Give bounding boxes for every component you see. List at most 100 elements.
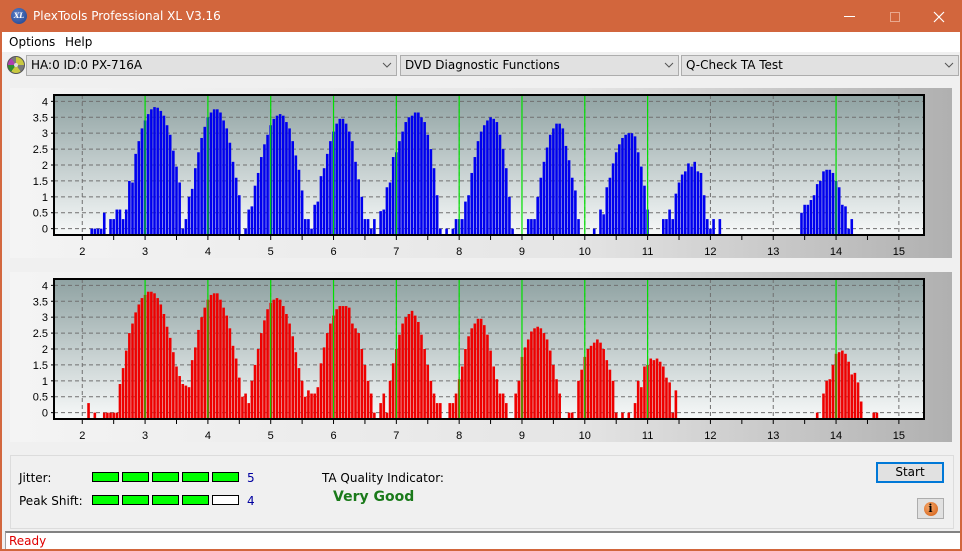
bar xyxy=(118,384,122,419)
bar xyxy=(640,387,643,419)
bar xyxy=(668,209,671,235)
bar xyxy=(219,299,222,419)
x-tick-label: 5 xyxy=(268,430,274,442)
y-tick-label: 1.5 xyxy=(33,176,48,188)
bar xyxy=(253,364,257,419)
app-window: XL PlexTools Professional XL V3.16 Optio… xyxy=(1,0,962,550)
bar xyxy=(831,364,835,419)
bar xyxy=(552,364,555,419)
bar xyxy=(300,190,304,235)
bar xyxy=(303,396,307,419)
bar xyxy=(486,120,489,235)
bar xyxy=(853,372,857,419)
bar xyxy=(514,393,517,419)
bar xyxy=(806,204,810,235)
bar xyxy=(552,128,555,235)
test-select[interactable]: Q-Check TA Test xyxy=(681,55,959,76)
bar xyxy=(366,219,370,235)
bar xyxy=(238,377,241,419)
bar xyxy=(530,219,533,235)
bar xyxy=(285,314,288,419)
bar xyxy=(285,122,288,235)
title-bar: XL PlexTools Professional XL V3.16 xyxy=(2,1,962,32)
bar xyxy=(115,209,119,235)
bar xyxy=(432,168,436,235)
bar xyxy=(187,196,191,235)
bar xyxy=(407,314,411,419)
test-select-value: Q-Check TA Test xyxy=(686,58,783,72)
y-tick-label: 2 xyxy=(42,344,48,356)
bar xyxy=(168,134,172,235)
ta-quality-value: Very Good xyxy=(333,489,415,505)
bar xyxy=(357,179,360,235)
bar xyxy=(680,174,684,235)
bar xyxy=(388,182,392,235)
function-select[interactable]: DVD Diagnostic Functions xyxy=(400,55,679,76)
bar xyxy=(354,328,357,419)
function-select-value: DVD Diagnostic Functions xyxy=(405,58,560,72)
bar xyxy=(611,163,615,235)
bar xyxy=(329,141,332,235)
bar xyxy=(307,219,310,235)
bar xyxy=(382,393,386,419)
results-panel xyxy=(10,455,954,529)
bar xyxy=(467,336,470,419)
minimize-button[interactable] xyxy=(826,1,872,32)
status-text: Ready xyxy=(9,534,47,548)
menu-help[interactable]: Help xyxy=(65,35,92,49)
bar xyxy=(131,323,134,419)
bar xyxy=(275,115,279,235)
bottom-chart: 0 0.5 1 1.5 2 2.5 3 3.5 4 2 3 4 5 6 7 8 9 10 11 12 13 14 15 xyxy=(33,278,925,442)
menu-options[interactable]: Options xyxy=(9,35,55,49)
start-button[interactable]: Start xyxy=(876,462,944,483)
bar xyxy=(859,401,863,419)
bar xyxy=(498,134,502,235)
y-tick-label: 3.5 xyxy=(33,296,48,308)
bar xyxy=(621,137,624,235)
drive-select[interactable]: HA:0 ID:0 PX-716A xyxy=(26,55,397,76)
bar xyxy=(401,131,404,235)
x-tick-label: 8 xyxy=(456,246,462,258)
bar xyxy=(561,128,565,235)
bar xyxy=(489,350,492,419)
bar xyxy=(150,291,153,419)
close-button[interactable] xyxy=(916,1,962,32)
bar xyxy=(247,209,251,235)
bar xyxy=(633,136,637,235)
bar xyxy=(435,195,439,235)
bar xyxy=(363,364,367,419)
bar xyxy=(190,188,194,235)
bar xyxy=(341,118,345,235)
bar xyxy=(850,374,854,419)
x-tick-label: 12 xyxy=(704,246,716,258)
bar xyxy=(391,157,395,235)
x-tick-label: 9 xyxy=(519,246,525,258)
bar xyxy=(109,219,112,235)
bar xyxy=(800,212,803,235)
bar xyxy=(592,342,596,419)
x-tick-label: 9 xyxy=(519,430,525,442)
bar xyxy=(655,358,659,419)
bar xyxy=(690,166,693,235)
bar xyxy=(338,118,342,235)
bar xyxy=(118,209,122,235)
info-button[interactable]: i xyxy=(917,498,944,519)
y-tick-label: 0.5 xyxy=(33,392,48,404)
y-tick-label: 0 xyxy=(42,224,48,236)
bar xyxy=(209,112,213,235)
bar xyxy=(184,385,188,419)
maximize-button[interactable] xyxy=(872,1,918,32)
top-chart: 0 0.5 1 1.5 2 2.5 3 3.5 4 2 3 4 5 6 7 8 9 10 11 12 13 14 15 xyxy=(33,94,925,258)
x-tick-label: 13 xyxy=(767,430,779,442)
bar xyxy=(841,204,844,235)
bar xyxy=(567,160,571,235)
bar xyxy=(360,349,364,419)
bar xyxy=(501,393,505,419)
bar xyxy=(605,360,609,419)
bar xyxy=(624,134,627,235)
bar xyxy=(159,304,163,419)
bar xyxy=(272,299,276,419)
bar xyxy=(413,315,417,419)
bar xyxy=(602,349,605,419)
bar xyxy=(404,122,408,235)
